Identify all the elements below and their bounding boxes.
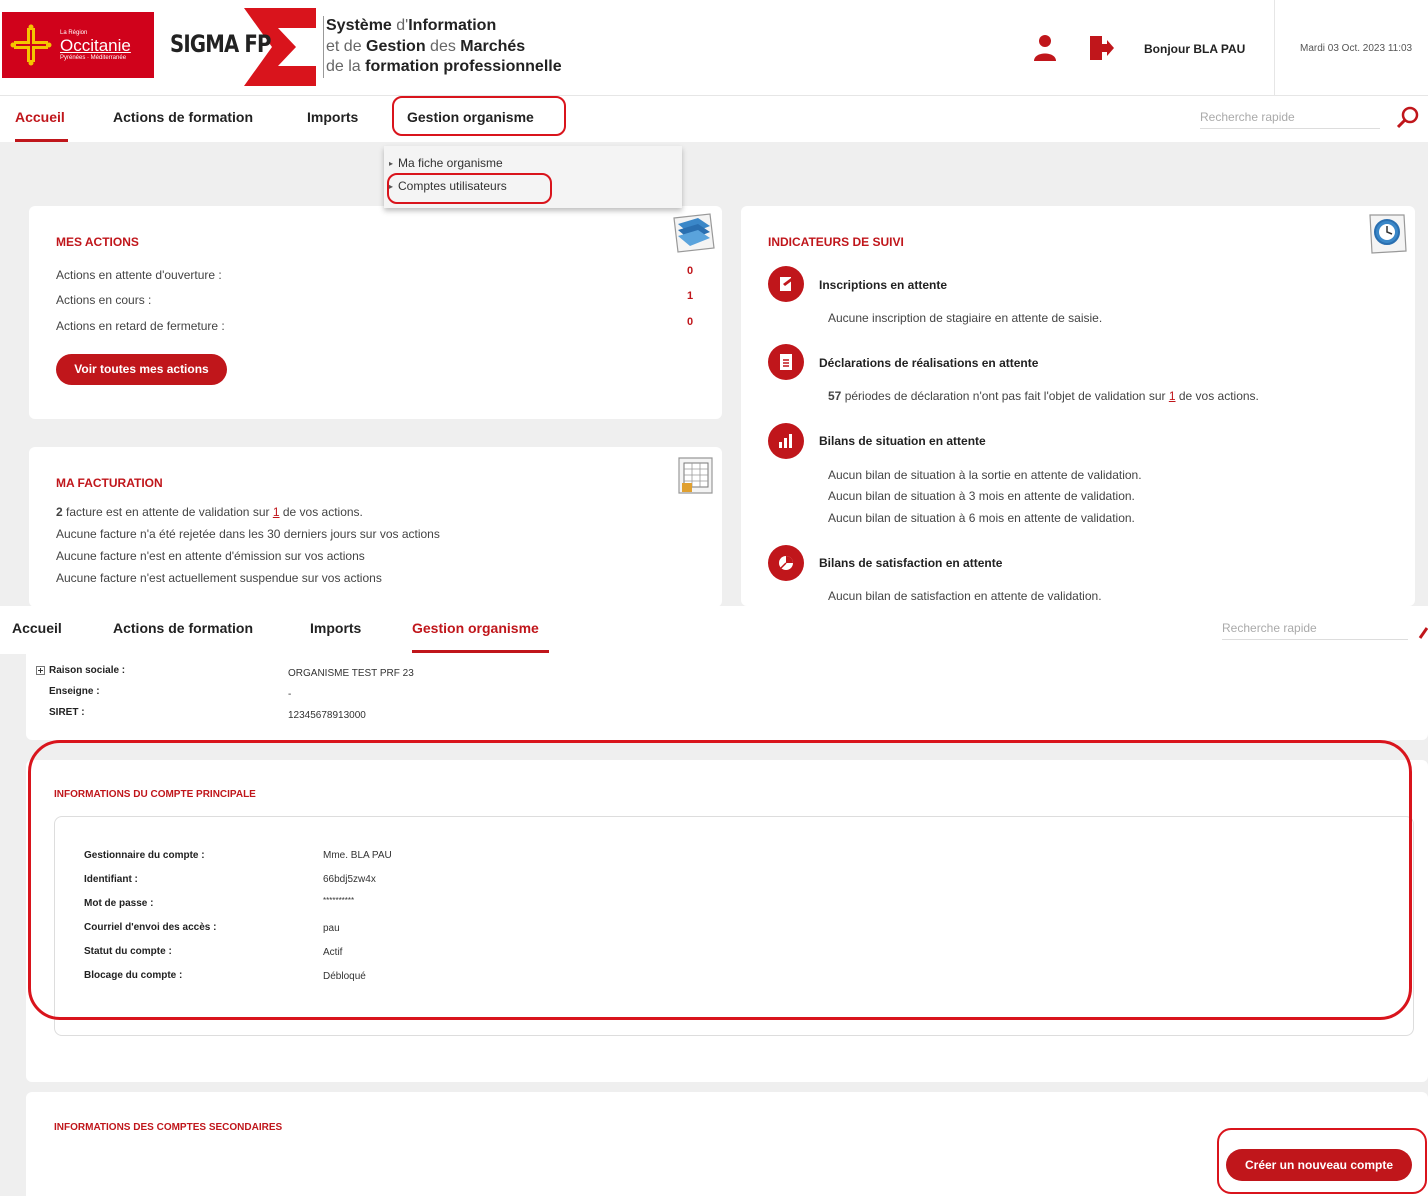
inscriptions-heading: Inscriptions en attente [819,278,948,292]
clock-icon [1369,214,1407,254]
mes-actions-card: MES ACTIONS Actions en attente d'ouvertu… [29,206,722,419]
facturation-card: MA FACTURATION 2 facture est en attente … [29,447,722,607]
facture-attente-line: 2 facture est en attente de validation s… [56,505,363,519]
nav-imports[interactable]: Imports [307,109,358,125]
plus-box-icon[interactable] [36,666,45,675]
voir-actions-button[interactable]: Voir toutes mes actions [56,354,227,385]
facturation-title: MA FACTURATION [56,476,163,490]
facture-rejetee-line: Aucune facture n'a été rejetée dans les … [56,527,440,541]
actions-attente-value: 0 [687,265,694,277]
declarations-icon [768,344,804,380]
raison-sociale-label: Raison sociale : [49,665,126,676]
region-logo-top: La Région [60,29,88,36]
app-logo-text: SIGMA FP [170,30,271,58]
facture-actions-link[interactable]: 1 [273,505,280,519]
indicateurs-title: INDICATEURS DE SUIVI [768,235,904,249]
facture-suspendue-line: Aucune facture n'est actuellement suspen… [56,571,382,585]
highlight-compte-principal [28,740,1412,1020]
satisfaction-text: Aucun bilan de satisfaction en attente d… [828,589,1102,603]
siret-label: SIRET : [49,707,85,718]
bilan-3-mois-text: Aucun bilan de situation à 3 mois en att… [828,489,1135,503]
search-input[interactable]: Recherche rapide [1200,110,1380,129]
header-divider [1274,0,1275,96]
books-icon [673,213,715,253]
satisfaction-heading: Bilans de satisfaction en attente [819,556,1003,570]
actions-attente-label: Actions en attente d'ouverture : [56,268,222,282]
indicateurs-card: INDICATEURS DE SUIVI Inscriptions en att… [741,206,1415,606]
actions-retard-value: 0 [687,316,694,328]
nav2-imports[interactable]: Imports [310,620,361,636]
nav-accueil[interactable]: Accueil [15,109,65,125]
nav-active-underline [15,139,68,142]
nav2-actions-formation[interactable]: Actions de formation [113,620,253,636]
bilan-6-mois-text: Aucun bilan de situation à 6 mois en att… [828,511,1135,525]
user-greeting: Bonjour BLA PAU [1144,42,1246,56]
nav2-accueil[interactable]: Accueil [12,620,62,636]
nav-actions-formation[interactable]: Actions de formation [113,109,253,125]
declarations-heading: Déclarations de réalisations en attente [819,356,1039,370]
actions-retard-label: Actions en retard de fermeture : [56,319,225,333]
secondary-nav: Accueil Actions de formation Imports Ges… [0,606,1428,654]
region-logo-bottom: Pyrénées · Méditerranée [60,54,127,61]
organisme-info-card: Raison sociale : ORGANISME TEST PRF 23 E… [26,654,1428,740]
actions-en-cours-value: 1 [687,290,694,302]
inscriptions-icon [768,266,804,302]
logout-icon[interactable] [1088,33,1114,63]
menu-ma-fiche-organisme[interactable]: Ma fiche organisme [389,156,503,170]
declarations-text: 57 périodes de déclaration n'ont pas fai… [828,389,1259,403]
actions-en-cours-label: Actions en cours : [56,293,152,307]
raison-sociale-value: ORGANISME TEST PRF 23 [288,668,414,679]
region-logo-name: Occitanie [60,35,131,55]
search-icon-2[interactable] [1418,624,1428,640]
nav2-gestion-organisme[interactable]: Gestion organisme [412,620,539,636]
occitan-cross-icon [10,24,52,66]
user-icon[interactable] [1032,33,1058,63]
satisfaction-icon [768,545,804,581]
inscriptions-text: Aucune inscription de stagiaire en atten… [828,311,1103,325]
main-nav: Accueil Actions de formation Imports Ges… [0,96,1428,142]
search-icon[interactable] [1396,105,1420,129]
bilans-situation-icon [768,423,804,459]
system-title: Système d'Information et de Gestion des … [323,16,562,78]
bilans-situation-heading: Bilans de situation en attente [819,434,986,448]
bilan-sortie-text: Aucun bilan de situation à la sortie en … [828,468,1142,482]
region-occitanie-logo[interactable]: La Région Occitanie Pyrénées · Méditerra… [2,12,154,78]
siret-value: 12345678913000 [288,710,366,721]
comptes-secondaires-title: INFORMATIONS DES COMPTES SECONDAIRES [54,1122,283,1133]
app-header: La Région Occitanie Pyrénées · Méditerra… [0,0,1428,96]
search-input-2[interactable]: Recherche rapide [1222,621,1408,640]
invoice-icon [678,457,713,494]
current-date: Mardi 03 Oct. 2023 11:03 [1300,43,1413,54]
mes-actions-title: MES ACTIONS [56,235,139,249]
highlight-gestion-organisme [392,96,566,136]
highlight-comptes-utilisateurs [387,173,552,204]
nav2-active-underline [412,650,549,653]
highlight-creer-compte [1217,1128,1427,1194]
facture-emission-line: Aucune facture n'est en attente d'émissi… [56,549,365,563]
enseigne-label: Enseigne : [49,686,100,697]
declarations-actions-link[interactable]: 1 [1169,389,1176,403]
enseigne-value: - [288,689,292,700]
